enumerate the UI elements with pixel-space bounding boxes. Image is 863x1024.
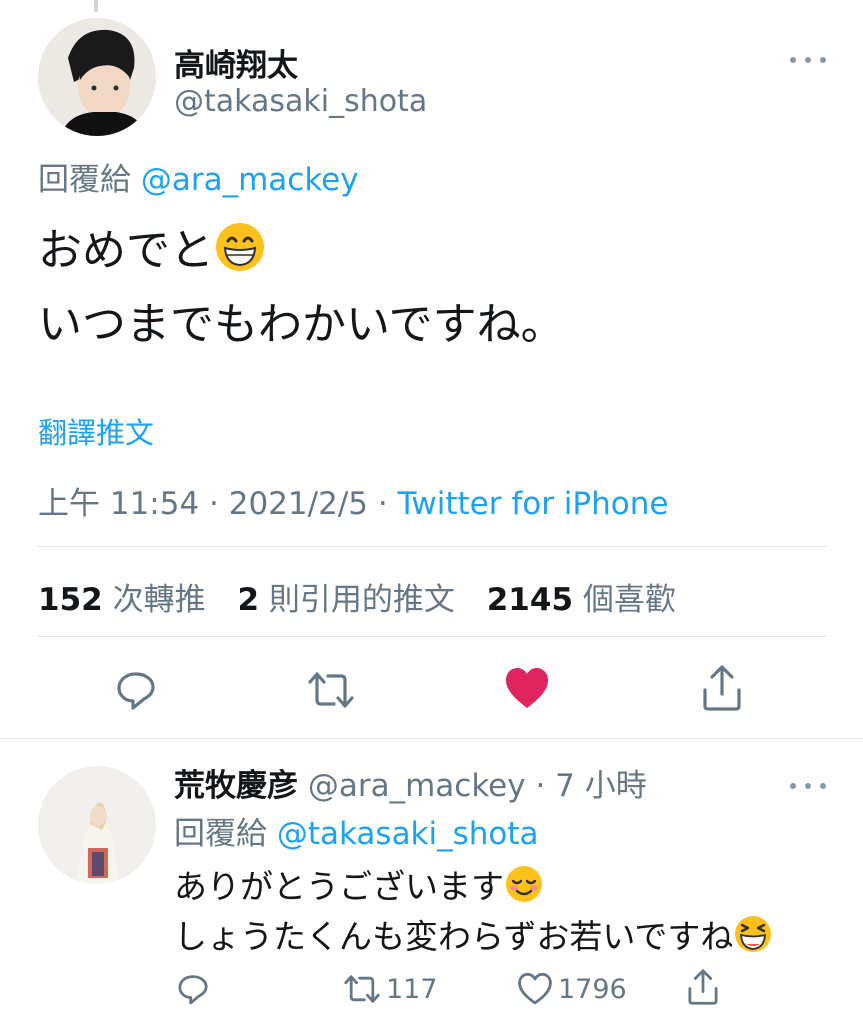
reply-time[interactable]: 7 小時 xyxy=(555,768,647,804)
avatar[interactable] xyxy=(38,766,156,884)
reply-more-options-button[interactable] xyxy=(790,776,826,796)
tweet-text: おめでと いつまでもわかいですね。 xyxy=(38,214,818,362)
reply-to-line: 回覆給 @takasaki_shota xyxy=(174,808,539,853)
share-button[interactable] xyxy=(686,968,720,1006)
reply-icon xyxy=(117,672,155,710)
reply-to-line: 回覆給 @ara_mackey xyxy=(38,154,359,199)
reply-to-prefix: 回覆給 xyxy=(38,162,141,198)
grinning-squinting-face-emoji-icon xyxy=(733,914,773,968)
reply-text-content: しょうたくんも変わらずお若いですね xyxy=(174,917,734,956)
retweet-count: 117 xyxy=(386,973,438,1005)
retweet-button[interactable]: 117 xyxy=(342,972,438,1006)
reply-tweet-text: ありがとうございます しょうたくんも変わらずお若いですね xyxy=(174,862,773,962)
author-handle[interactable]: @takasaki_shota xyxy=(174,84,427,119)
like-count: 1796 xyxy=(558,973,627,1005)
more-dot-icon xyxy=(805,783,811,789)
retweet-button[interactable] xyxy=(306,668,356,712)
tweet-date[interactable]: 2021/2/5 xyxy=(229,486,368,522)
share-icon xyxy=(703,665,741,711)
more-dot-icon xyxy=(805,57,811,63)
avatar[interactable] xyxy=(38,18,156,136)
like-button[interactable]: 1796 xyxy=(516,972,627,1006)
heart-outline-icon xyxy=(518,972,552,1005)
more-dot-icon xyxy=(790,57,796,63)
reply-icon xyxy=(178,975,208,1005)
reply-button[interactable] xyxy=(114,668,158,712)
retweets-stat[interactable]: 152 次轉推 xyxy=(38,582,206,618)
reply-text-content: ありがとうございます xyxy=(174,867,504,906)
retweet-icon xyxy=(308,672,354,708)
like-button[interactable] xyxy=(504,666,550,710)
meta-separator: · xyxy=(525,768,556,804)
reply-author-handle[interactable]: @ara_mackey xyxy=(308,768,526,804)
divider xyxy=(0,738,863,739)
more-dot-icon xyxy=(790,783,796,789)
reply-to-handle-link[interactable]: @ara_mackey xyxy=(141,162,359,198)
translate-tweet-link[interactable]: 翻譯推文 xyxy=(38,410,154,452)
more-dot-icon xyxy=(820,57,826,63)
divider xyxy=(38,546,826,547)
heart-filled-icon xyxy=(506,668,548,708)
tweet-text-content: おめでと xyxy=(38,225,214,276)
tweet-text-line: おめでと xyxy=(38,214,818,288)
thread-connector-line xyxy=(94,0,98,12)
divider xyxy=(38,636,826,637)
more-dot-icon xyxy=(820,783,826,789)
tweet-source-link[interactable]: Twitter for iPhone xyxy=(398,486,669,522)
quotes-stat[interactable]: 2 則引用的推文 xyxy=(237,582,454,618)
likes-stat[interactable]: 2145 個喜歡 xyxy=(487,582,676,618)
share-icon xyxy=(688,969,718,1005)
main-tweet-header: 高崎翔太 @takasaki_shota xyxy=(38,18,828,138)
tweet-detail-screen: 高崎翔太 @takasaki_shota 回覆給 @ara_mackey おめで… xyxy=(0,0,863,1024)
reply-text-line: しょうたくんも変わらずお若いですね xyxy=(174,912,773,962)
reply-tweet-header: 荒牧慶彦 @ara_mackey · 7 小時 xyxy=(174,760,647,805)
meta-separator: · xyxy=(199,486,229,522)
smiling-face-emoji-icon xyxy=(504,864,544,918)
tweet-text-content: いつまでもわかいですね。 xyxy=(38,299,565,350)
tweet-text-line: いつまでもわかいですね。 xyxy=(38,288,818,362)
grinning-face-emoji-icon xyxy=(214,221,266,296)
author-name[interactable]: 高崎翔太 xyxy=(174,40,298,85)
tweet-time[interactable]: 上午 11:54 xyxy=(38,486,199,522)
meta-separator: · xyxy=(368,486,398,522)
tweet-meta: 上午 11:54 · 2021/2/5 · Twitter for iPhone xyxy=(38,478,668,523)
retweet-icon xyxy=(344,975,380,1003)
tweet-stats: 152 次轉推 2 則引用的推文 2145 個喜歡 xyxy=(38,574,698,619)
reply-text-line: ありがとうございます xyxy=(174,862,773,912)
share-button[interactable] xyxy=(700,664,744,712)
reply-to-handle-link[interactable]: @takasaki_shota xyxy=(277,816,539,852)
reply-author-name[interactable]: 荒牧慶彦 xyxy=(174,768,298,804)
reply-to-prefix: 回覆給 xyxy=(174,816,277,852)
reply-button[interactable] xyxy=(176,972,210,1006)
more-options-button[interactable] xyxy=(790,50,826,70)
